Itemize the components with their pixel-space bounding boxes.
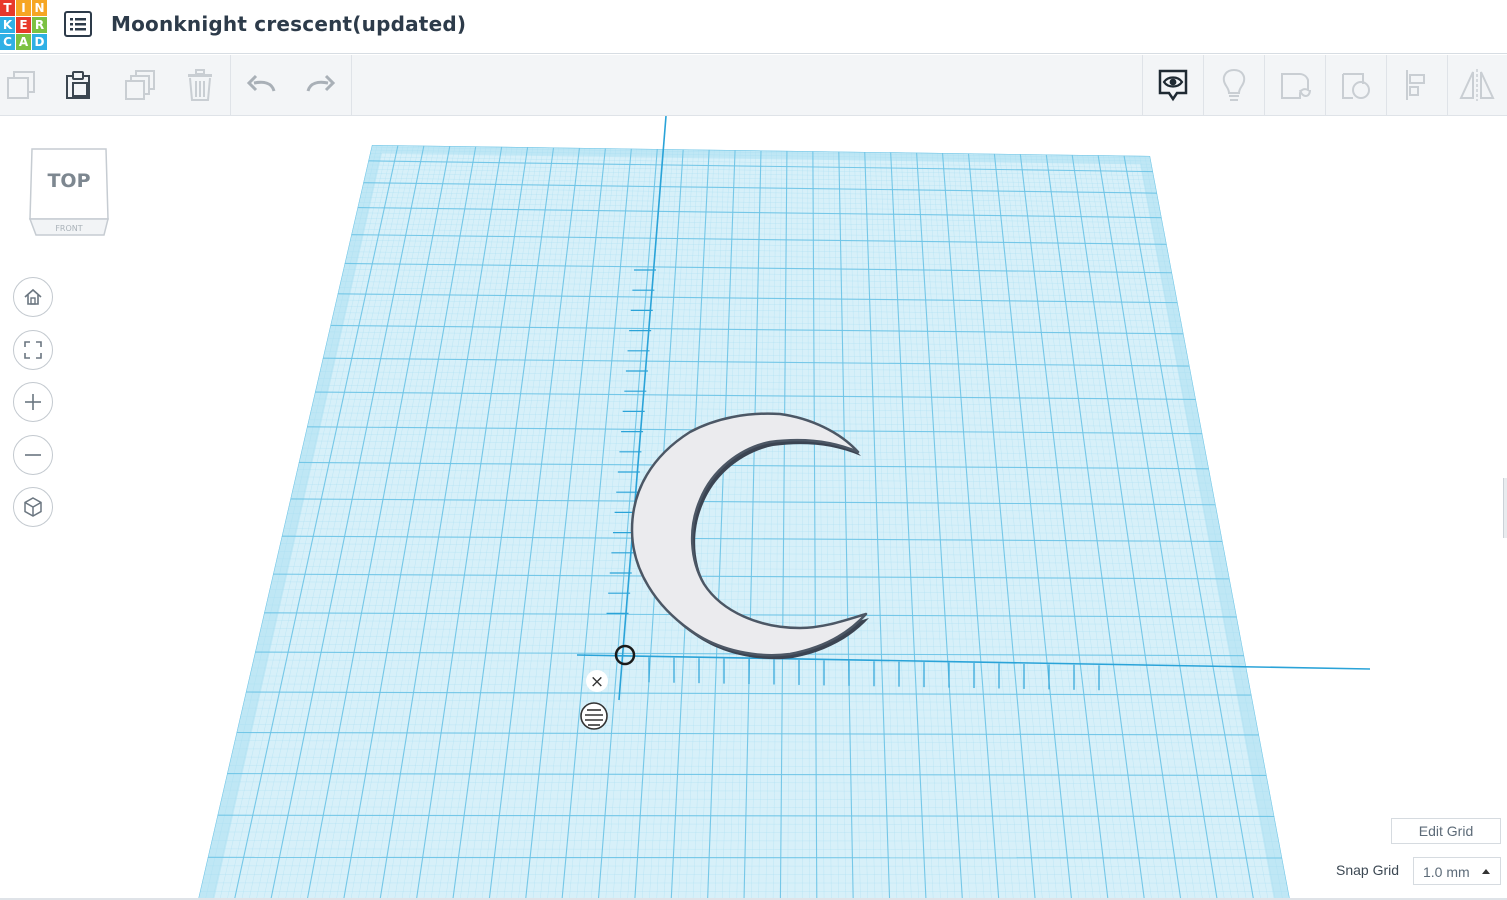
home-view-button[interactable]	[13, 277, 53, 317]
align-button[interactable]	[1388, 55, 1446, 115]
zoom-in-button[interactable]	[13, 382, 53, 422]
eye-speech-icon	[1158, 69, 1188, 102]
redo-icon	[306, 74, 336, 92]
fit-view-button[interactable]	[13, 330, 53, 370]
design-menu-button[interactable]	[63, 10, 93, 38]
logo-letter: N	[32, 0, 47, 16]
toolbar-divider	[1386, 55, 1387, 115]
notes-button[interactable]	[1144, 55, 1202, 115]
logo-letter: T	[0, 0, 15, 16]
toolbar-divider	[1325, 55, 1326, 115]
paste-button[interactable]	[49, 55, 107, 115]
logo-letter: I	[16, 0, 31, 16]
toolbar-divider	[1264, 55, 1265, 115]
perspective-icon	[24, 497, 42, 517]
copy-button[interactable]	[0, 55, 50, 115]
toolbar-divider	[1142, 55, 1143, 115]
ungroup-button[interactable]	[1327, 55, 1385, 115]
zoom-in-icon	[25, 394, 41, 410]
lightbulb-icon	[1222, 68, 1246, 101]
edit-grid-button[interactable]: Edit Grid	[1391, 818, 1501, 844]
ungroup-icon	[1342, 73, 1370, 99]
snap-grid-select[interactable]: 1.0 mm	[1413, 857, 1501, 885]
align-icon	[1406, 70, 1425, 100]
perspective-button[interactable]	[13, 487, 53, 527]
duplicate-button[interactable]	[111, 55, 169, 115]
logo-letter: R	[32, 17, 47, 33]
snap-grid-value: 1.0 mm	[1423, 864, 1470, 880]
view-cube[interactable]: TOP FRONT	[24, 143, 114, 243]
mirror-icon	[1459, 69, 1495, 101]
toolbar-divider	[230, 55, 231, 115]
design-title[interactable]: Moonknight crescent(updated)	[111, 12, 466, 36]
undo-button[interactable]	[233, 55, 291, 115]
view-cube-front-label: FRONT	[55, 224, 82, 233]
paste-icon	[66, 71, 90, 99]
object-menu-handle[interactable]	[580, 702, 608, 730]
list-icon	[64, 11, 92, 37]
side-panel-tab[interactable]	[1503, 478, 1507, 538]
tinkercad-logo[interactable]: T I N K E R C A D	[0, 0, 47, 52]
toolbar-divider	[1203, 55, 1204, 115]
view-cube-top-label: TOP	[47, 170, 90, 192]
logo-letter: E	[16, 17, 31, 33]
undo-icon	[246, 74, 276, 92]
workplane[interactable]: ×	[0, 116, 1507, 900]
toolbar-divider	[351, 55, 352, 115]
redo-button[interactable]	[291, 55, 349, 115]
logo-letter: K	[0, 17, 15, 33]
group-icon	[1281, 73, 1311, 99]
show-all-button[interactable]	[1205, 55, 1263, 115]
toolbar	[0, 55, 1507, 116]
mirror-button[interactable]	[1448, 55, 1506, 115]
snap-grid-label: Snap Grid	[1336, 862, 1400, 878]
caret-up-icon	[1482, 869, 1490, 874]
fit-view-icon	[24, 341, 42, 359]
close-handle[interactable]: ×	[586, 670, 608, 692]
grid-plate-inner	[214, 153, 1274, 900]
zoom-out-button[interactable]	[13, 435, 53, 475]
home-icon	[24, 288, 42, 305]
logo-letter: D	[32, 34, 47, 50]
close-glyph: ×	[590, 672, 604, 692]
zoom-out-icon	[25, 454, 41, 456]
delete-button[interactable]	[171, 55, 229, 115]
group-button[interactable]	[1266, 55, 1324, 115]
top-bar: T I N K E R C A D Moonknight crescent(up…	[0, 0, 1507, 54]
trash-icon	[188, 69, 212, 101]
logo-letter: A	[16, 34, 31, 50]
duplicate-icon	[125, 70, 155, 100]
copy-icon	[7, 71, 35, 99]
logo-letter: C	[0, 34, 15, 50]
